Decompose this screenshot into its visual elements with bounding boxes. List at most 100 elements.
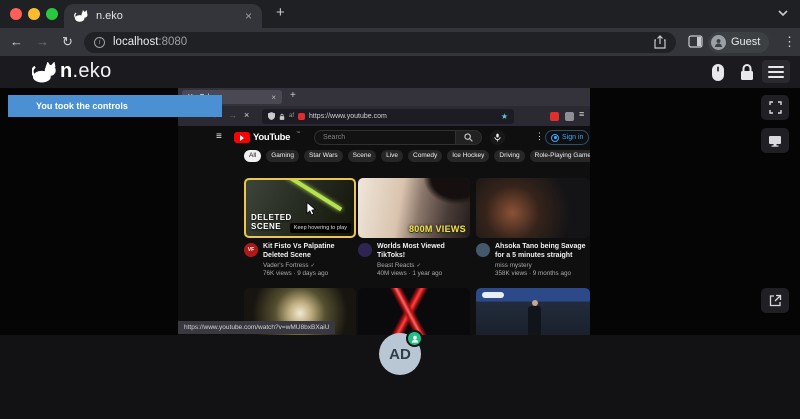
tab-close-icon[interactable]: × bbox=[245, 9, 252, 23]
remote-address-bar[interactable]: af https://www.youtube.com ★ bbox=[262, 109, 514, 124]
channel-avatar[interactable] bbox=[358, 243, 372, 257]
fullscreen-button[interactable] bbox=[761, 95, 789, 120]
youtube-logo-tm: ™ bbox=[296, 130, 300, 135]
chip-star-wars[interactable]: Star Wars bbox=[304, 150, 343, 162]
bookmark-star-icon[interactable]: ★ bbox=[501, 112, 508, 121]
video-title[interactable]: Kit Fisto Vs Palpatine Deleted Scene bbox=[263, 243, 356, 260]
video-thumbnail[interactable]: 800M VIEWS bbox=[358, 178, 470, 238]
profile-label: Guest bbox=[731, 36, 760, 48]
youtube-guide-menu-icon[interactable]: ≡ bbox=[216, 131, 222, 142]
tracking-shield-icon bbox=[268, 112, 275, 120]
cursor-icon bbox=[306, 202, 316, 216]
neko-menu-button[interactable] bbox=[762, 60, 790, 83]
youtube-voice-search-button[interactable] bbox=[490, 130, 505, 145]
video-thumbnail[interactable] bbox=[358, 288, 470, 335]
browser-tab[interactable]: n.eko × bbox=[64, 4, 262, 28]
address-bar[interactable]: i localhost:8080 bbox=[84, 32, 676, 53]
chip-all[interactable]: All bbox=[244, 150, 261, 162]
chip-scene[interactable]: Scene bbox=[348, 150, 376, 162]
youtube-search-input[interactable]: Search bbox=[314, 130, 456, 145]
browser-tab-strip: n.eko × + bbox=[0, 0, 800, 28]
remote-tab-close-icon[interactable]: × bbox=[271, 93, 276, 102]
external-link-icon bbox=[769, 294, 782, 307]
profile-button[interactable]: Guest bbox=[708, 32, 769, 53]
remote-browser-navbar: ← → × af https://www.youtube.com ★ ≡ bbox=[178, 106, 590, 126]
remote-browser-menu-icon[interactable]: ≡ bbox=[579, 109, 584, 119]
maximize-window-button[interactable] bbox=[46, 8, 58, 20]
open-external-button[interactable] bbox=[761, 288, 789, 313]
neko-brand-title: n.eko bbox=[60, 60, 112, 83]
chip-role-playing-games[interactable]: Role-Playing Games bbox=[530, 150, 590, 162]
remote-new-tab-button[interactable]: + bbox=[290, 90, 296, 101]
channel-name[interactable]: miss mystery bbox=[495, 262, 590, 269]
video-card: DELETED SCENE Keep hovering to play VF K… bbox=[244, 178, 356, 277]
banner-logo bbox=[482, 292, 504, 298]
remote-stop-button[interactable]: × bbox=[244, 110, 249, 120]
site-info-icon[interactable]: i bbox=[94, 37, 105, 48]
lock-controls-icon[interactable] bbox=[740, 64, 754, 81]
remote-screen[interactable]: YouTube × + ← → × af https://www.youtube… bbox=[178, 88, 590, 335]
video-card: 800M VIEWS Worlds Most Viewed TikToks! B… bbox=[358, 178, 470, 277]
neko-logo-icon bbox=[32, 62, 58, 83]
extension-icon[interactable] bbox=[565, 112, 574, 121]
remote-browser-tabstrip: YouTube × + bbox=[178, 88, 590, 106]
share-icon[interactable] bbox=[654, 35, 666, 49]
video-thumbnail[interactable] bbox=[476, 288, 590, 335]
video-thumbnail[interactable]: DELETED SCENE Keep hovering to play bbox=[244, 178, 356, 238]
back-button[interactable]: ← bbox=[10, 34, 23, 49]
speaker-figure bbox=[528, 306, 541, 335]
tab-title: n.eko bbox=[96, 10, 123, 22]
forward-button[interactable]: → bbox=[36, 34, 49, 49]
mouse-control-icon[interactable] bbox=[711, 63, 725, 82]
youtube-sign-in-button[interactable]: Sign in bbox=[545, 130, 589, 145]
monitor-icon bbox=[768, 135, 782, 147]
youtube-header: ≡ YouTube ™ Search ⋮ Sign in bbox=[178, 126, 590, 150]
fullscreen-icon bbox=[769, 101, 782, 114]
search-icon bbox=[464, 133, 473, 142]
host-status-badge bbox=[406, 330, 423, 347]
reload-button[interactable]: ↻ bbox=[62, 34, 73, 50]
neko-favicon-icon bbox=[74, 10, 89, 22]
extension-icon[interactable] bbox=[550, 112, 559, 121]
side-panel-icon[interactable] bbox=[688, 35, 703, 48]
sign-in-label: Sign in bbox=[562, 134, 583, 141]
verified-badge-icon: ✓ bbox=[416, 263, 421, 269]
hover-to-play-tooltip: Keep hovering to play bbox=[290, 223, 351, 233]
url-text: localhost:8080 bbox=[113, 36, 187, 48]
channel-avatar[interactable]: VF bbox=[244, 243, 258, 257]
microphone-icon bbox=[494, 133, 501, 142]
chip-live[interactable]: Live bbox=[381, 150, 403, 162]
close-window-button[interactable] bbox=[10, 8, 22, 20]
youtube-logo-text[interactable]: YouTube bbox=[253, 132, 290, 143]
video-title[interactable]: Worlds Most Viewed TikToks! bbox=[377, 243, 470, 260]
channel-avatar[interactable] bbox=[476, 243, 490, 257]
minimize-window-button[interactable] bbox=[28, 8, 40, 20]
person-icon bbox=[411, 335, 419, 343]
youtube-settings-menu-icon[interactable]: ⋮ bbox=[535, 131, 544, 142]
remote-forward-button[interactable]: → bbox=[228, 110, 237, 120]
neko-app-window: n.eko × + ← → ↻ i localhost:8080 Guest ⋮… bbox=[0, 0, 800, 419]
https-lock-icon bbox=[279, 113, 285, 120]
browser-toolbar: ← → ↻ i localhost:8080 Guest ⋮ bbox=[0, 28, 800, 56]
browser-menu-icon[interactable]: ⋮ bbox=[783, 34, 796, 50]
video-meta: 358K views · 9 months ago bbox=[495, 270, 590, 277]
youtube-favicon-icon bbox=[298, 113, 305, 120]
chip-driving[interactable]: Driving bbox=[494, 150, 524, 162]
chip-gaming[interactable]: Gaming bbox=[266, 150, 299, 162]
link-status-bar: https://www.youtube.com/watch?v=wMU8bxBX… bbox=[178, 321, 335, 334]
chip-comedy[interactable]: Comedy bbox=[408, 150, 442, 162]
youtube-logo-icon[interactable] bbox=[234, 132, 250, 143]
controls-toast: You took the controls bbox=[8, 95, 222, 117]
profile-avatar-icon bbox=[711, 35, 726, 50]
youtube-search-button[interactable] bbox=[456, 130, 482, 145]
video-meta: 40M views · 1 year ago bbox=[377, 270, 470, 277]
video-thumbnail[interactable] bbox=[476, 178, 590, 238]
new-tab-button[interactable]: + bbox=[276, 4, 285, 21]
screen-settings-button[interactable] bbox=[761, 128, 789, 153]
tab-overflow-chevron-icon[interactable] bbox=[778, 10, 788, 17]
chip-ice-hockey[interactable]: Ice Hockey bbox=[447, 150, 489, 162]
neko-header: n.eko bbox=[0, 56, 800, 88]
video-title[interactable]: Ahsoka Tano being Savage for a 5 minutes… bbox=[495, 243, 590, 260]
channel-name[interactable]: Beast Reacts✓ bbox=[377, 262, 470, 269]
channel-name[interactable]: Vader's Fortress✓ bbox=[263, 262, 356, 269]
